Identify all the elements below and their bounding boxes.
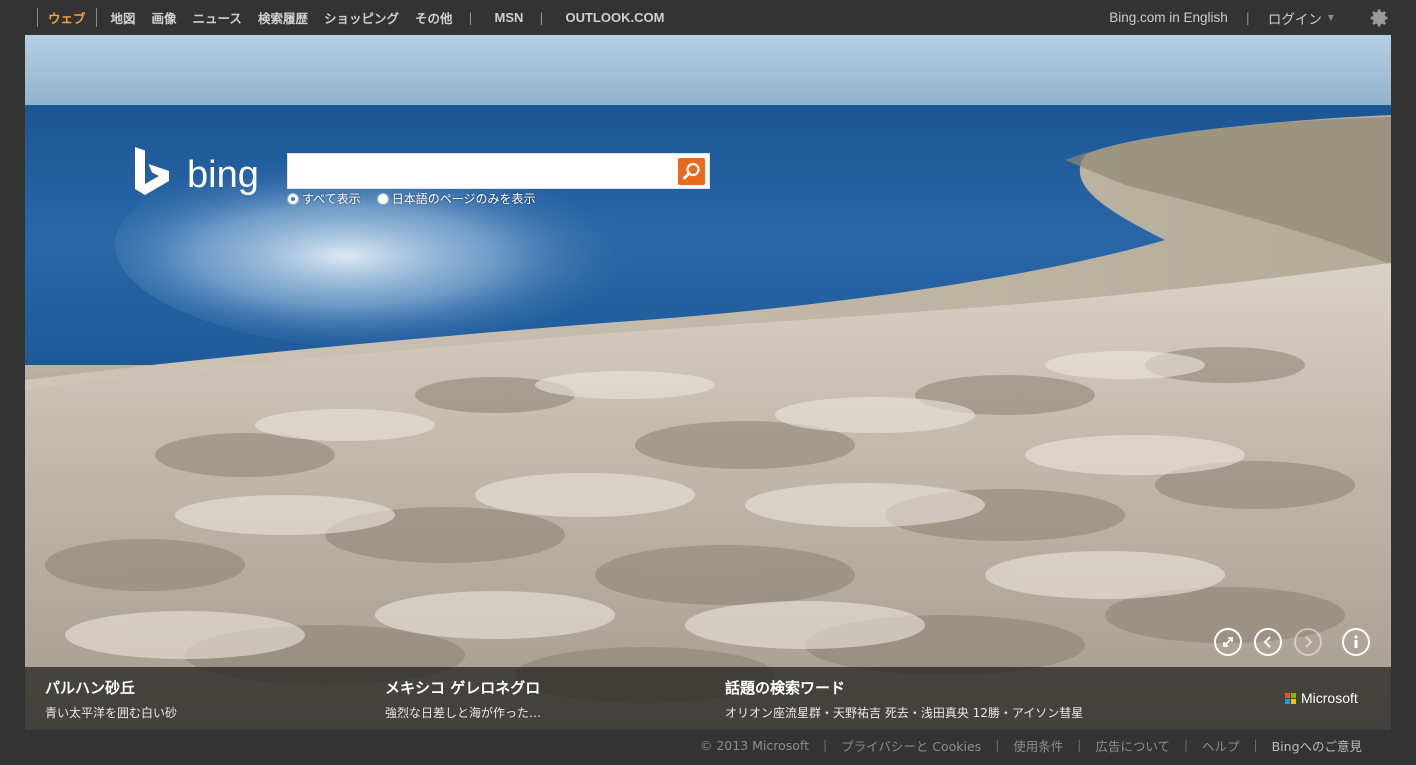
radio-selected-icon[interactable] [287, 192, 299, 205]
english-link[interactable]: Bing.com in English [1109, 10, 1228, 25]
search-scope-options: すべて表示 日本語のページのみを表示 [287, 190, 551, 207]
background-image: bing すべて表示 日本語のページのみを表示 パルハン砂丘 青い太平洋を囲む白… [25, 35, 1391, 730]
help-link[interactable]: ヘルプ [1202, 736, 1240, 755]
login-link[interactable]: ログイン [1268, 8, 1322, 28]
next-icon [1305, 636, 1313, 648]
info-icon [1354, 635, 1358, 648]
hotspot-subtitle[interactable]: 強烈な日差しと海が作った… [385, 704, 541, 721]
nav-history[interactable]: 検索履歴 [258, 8, 308, 27]
microsoft-squares-icon [1285, 692, 1296, 704]
expand-icon [1223, 637, 1233, 647]
next-image-button[interactable] [1294, 628, 1322, 656]
search-icon [683, 162, 700, 180]
account-area: Bing.com in English | ログイン ▼ [1109, 0, 1416, 35]
trending-list[interactable]: オリオン座流星群・天野祐吉 死去・浅田真央 12勝・アイソン彗星 [725, 704, 1083, 721]
radio-unselected-icon[interactable] [376, 192, 389, 205]
info-button[interactable] [1342, 628, 1370, 656]
copyright: © 2013 Microsoft [699, 737, 810, 753]
footer-separator: | [1077, 738, 1082, 752]
search-box [287, 153, 710, 189]
search-button[interactable] [678, 158, 705, 185]
nav-outlook[interactable]: OUTLOOK.COM [565, 10, 664, 25]
microsoft-brand: Microsoft [1301, 690, 1358, 706]
nav-more[interactable]: その他 [415, 8, 453, 27]
microsoft-logo[interactable]: Microsoft [1285, 690, 1358, 706]
top-navigation-bar: ウェブ 地図 画像 ニュース 検索履歴 ショッピング その他 | MSN | O… [0, 0, 1416, 35]
nav-separator: | [539, 10, 544, 25]
footer: © 2013 Microsoft | プライバシーと Cookies | 使用条… [700, 735, 1362, 755]
hotspot-2[interactable]: メキシコ ゲレロネグロ 強烈な日差しと海が作った… [385, 677, 541, 721]
hotspot-1[interactable]: パルハン砂丘 青い太平洋を囲む白い砂 [45, 677, 177, 721]
search-input[interactable] [288, 154, 676, 188]
nav-separator: | [468, 10, 473, 25]
feedback-link[interactable]: Bingへのご意見 [1272, 736, 1362, 755]
footer-separator: | [995, 738, 1000, 752]
svg-text:bing: bing [187, 154, 259, 196]
hotspot-subtitle[interactable]: 青い太平洋を囲む白い砂 [45, 704, 177, 721]
dunes-scene [25, 35, 1391, 730]
previous-icon [1263, 636, 1271, 648]
chevron-down-icon[interactable]: ▼ [1328, 13, 1334, 22]
advertise-link[interactable]: 広告について [1095, 736, 1170, 755]
footer-separator: | [1183, 738, 1189, 752]
bing-logo[interactable]: bing [135, 147, 275, 202]
account-separator: | [1245, 10, 1250, 25]
scope-all-radio[interactable]: すべて表示 [287, 190, 361, 207]
hotspot-title[interactable]: パルハン砂丘 [45, 677, 177, 698]
privacy-link[interactable]: プライバシーと Cookies [841, 736, 981, 755]
previous-image-button[interactable] [1254, 628, 1282, 656]
nav-news[interactable]: ニュース [193, 8, 242, 27]
terms-link[interactable]: 使用条件 [1013, 736, 1063, 755]
hotspot-title[interactable]: メキシコ ゲレロネグロ [385, 677, 541, 698]
scope-nav: ウェブ 地図 画像 ニュース 検索履歴 ショッピング その他 | MSN | O… [37, 0, 680, 35]
image-info-bar: パルハン砂丘 青い太平洋を囲む白い砂 メキシコ ゲレロネグロ 強烈な日差しと海が… [25, 667, 1391, 730]
bing-homepage: ウェブ 地図 画像 ニュース 検索履歴 ショッピング その他 | MSN | O… [0, 0, 1416, 765]
scope-japanese-label[interactable]: 日本語のページのみを表示 [392, 190, 536, 207]
trending-title[interactable]: 話題の検索ワード [725, 677, 1083, 698]
nav-maps[interactable]: 地図 [111, 8, 136, 27]
scope-all-label[interactable]: すべて表示 [302, 190, 361, 207]
scope-japanese-radio[interactable]: 日本語のページのみを表示 [376, 190, 536, 207]
nav-web[interactable]: ウェブ [37, 8, 97, 27]
nav-msn[interactable]: MSN [495, 10, 524, 25]
nav-images[interactable]: 画像 [152, 8, 177, 27]
nav-shopping[interactable]: ショッピング [324, 8, 399, 27]
footer-separator: | [1253, 738, 1258, 752]
trending-searches[interactable]: 話題の検索ワード オリオン座流星群・天野祐吉 死去・浅田真央 12勝・アイソン彗… [725, 677, 1083, 721]
expand-button[interactable] [1214, 628, 1242, 656]
gear-icon[interactable] [1368, 7, 1390, 29]
footer-separator: | [823, 738, 828, 752]
